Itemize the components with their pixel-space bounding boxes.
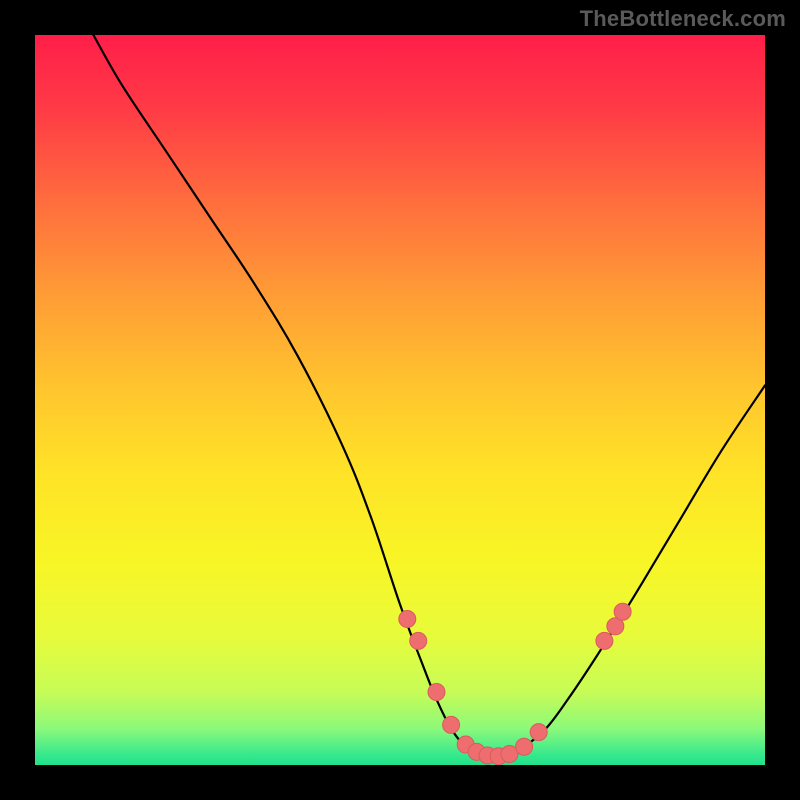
gradient-background bbox=[35, 35, 765, 765]
highlight-dot bbox=[530, 724, 547, 741]
highlight-dot bbox=[443, 716, 460, 733]
watermark-text: TheBottleneck.com bbox=[580, 6, 786, 32]
highlight-dot bbox=[596, 632, 613, 649]
chart-frame: TheBottleneck.com bbox=[0, 0, 800, 800]
plot-area bbox=[35, 35, 765, 765]
highlight-dot bbox=[614, 603, 631, 620]
highlight-dot bbox=[516, 738, 533, 755]
bottleneck-chart bbox=[35, 35, 765, 765]
highlight-dot bbox=[410, 632, 427, 649]
highlight-dot bbox=[399, 611, 416, 628]
highlight-dot bbox=[428, 684, 445, 701]
